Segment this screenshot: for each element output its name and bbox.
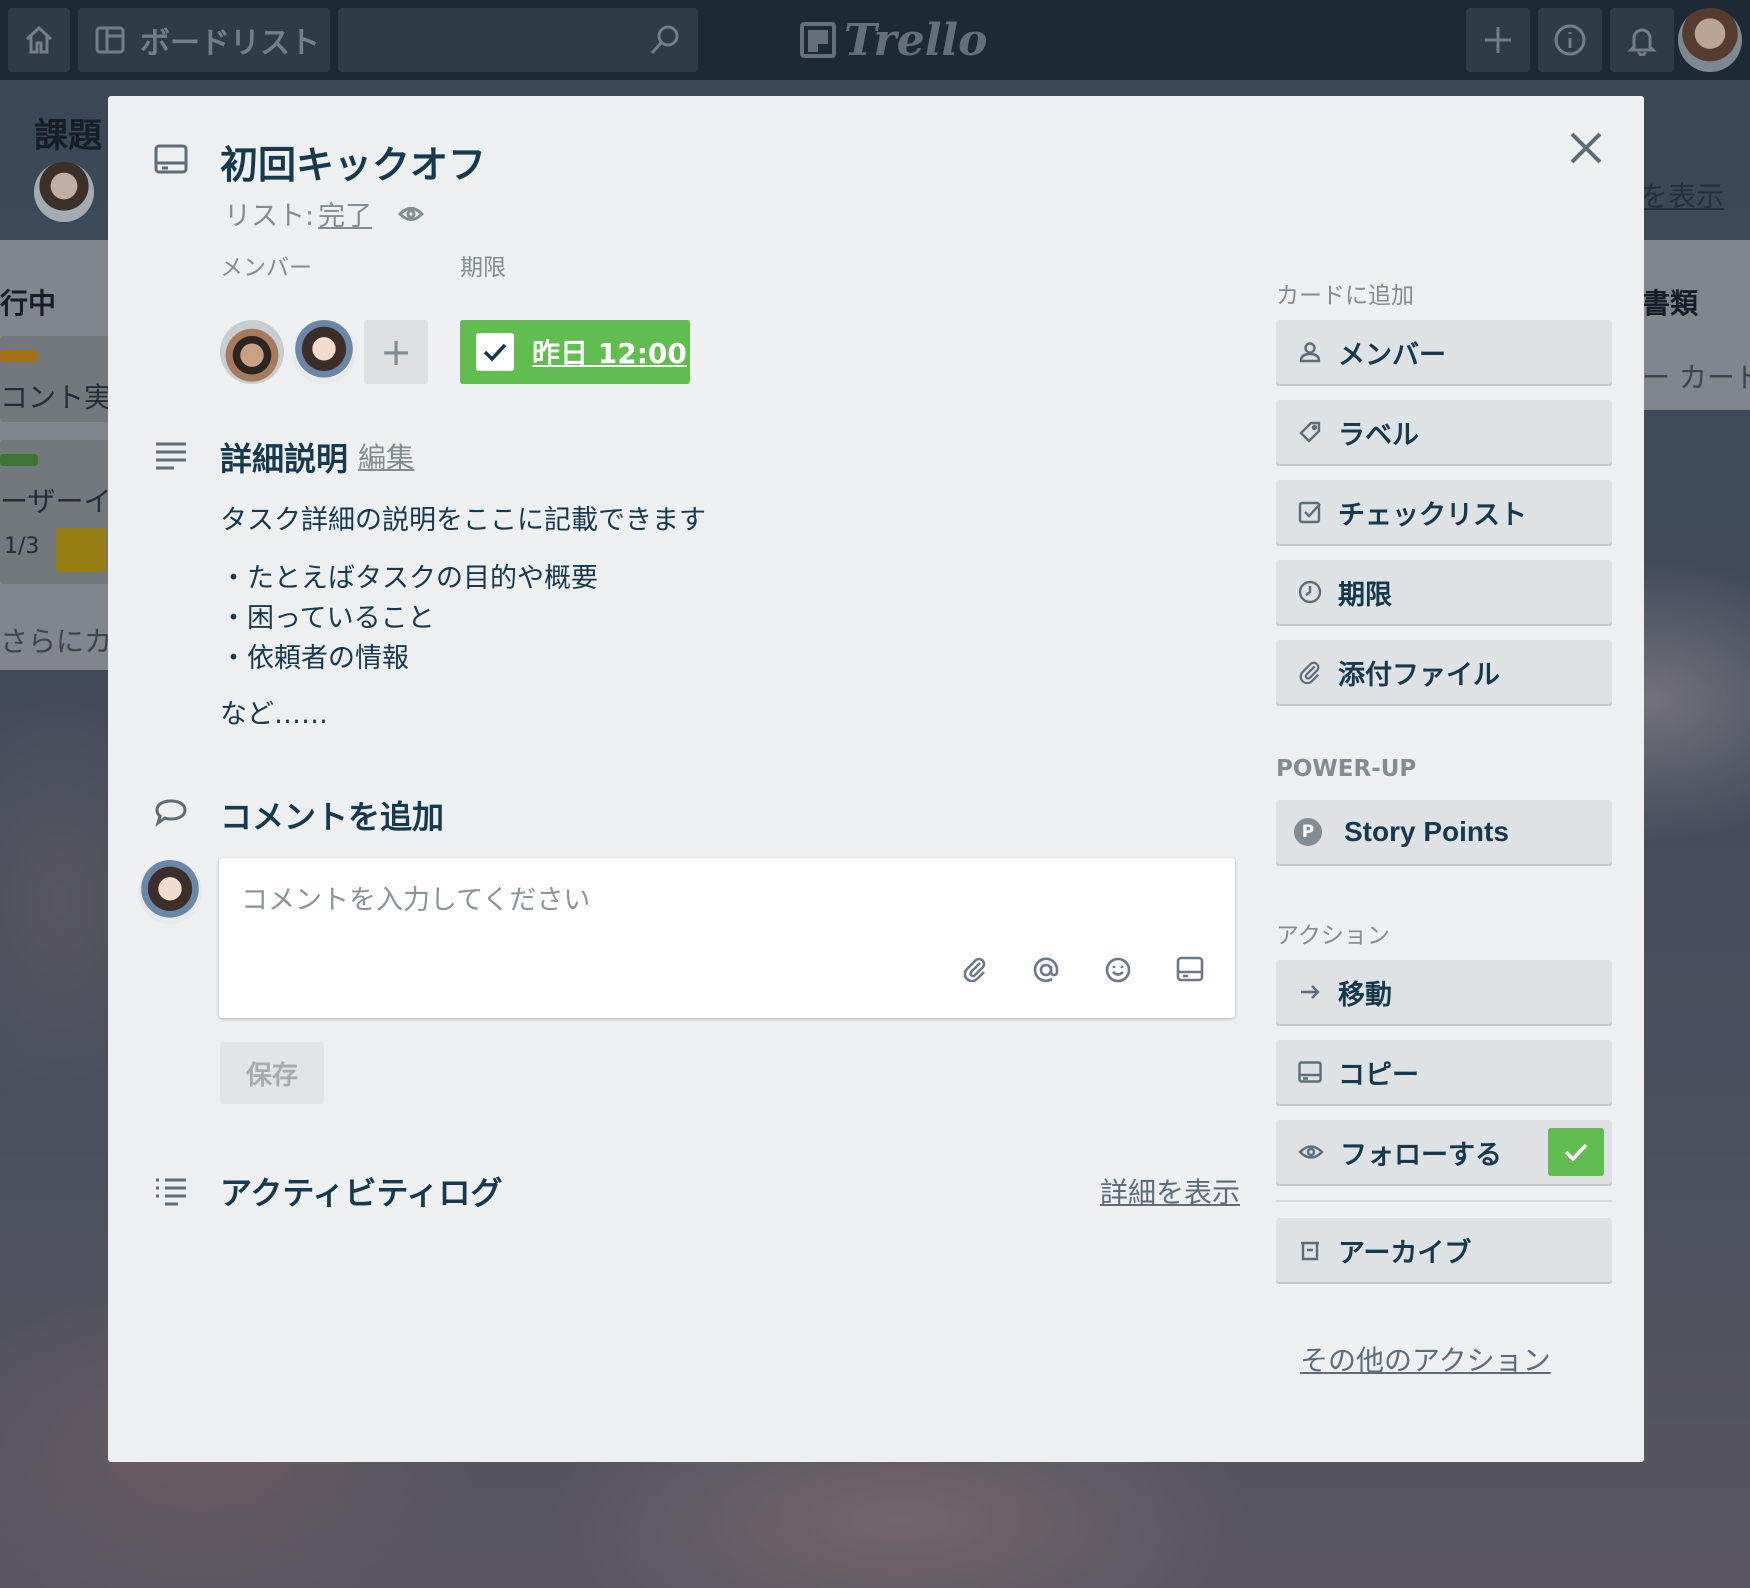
list-prefix: リスト: bbox=[224, 201, 315, 232]
comment-input[interactable] bbox=[219, 858, 1235, 1018]
description-line: ・たとえばタスクの目的や概要 bbox=[220, 563, 598, 594]
list-name-link[interactable]: 完了 bbox=[318, 194, 372, 233]
add-attachment-button[interactable]: 添付ファイル bbox=[1276, 640, 1612, 704]
paperclip-icon bbox=[1299, 661, 1320, 684]
save-button[interactable]: 保存 bbox=[220, 1042, 324, 1104]
person-icon bbox=[1299, 342, 1321, 363]
sidebar-button-label: 添付ファイル bbox=[1338, 659, 1500, 691]
card-link-button[interactable] bbox=[1176, 956, 1204, 982]
due-complete-checkbox[interactable] bbox=[476, 333, 514, 371]
description-line: タスク詳細の説明をここに記載できます bbox=[220, 505, 706, 536]
due-date-button[interactable]: 昨日 12:00 bbox=[460, 320, 690, 384]
more-actions-link[interactable]: その他のアクション bbox=[1300, 1339, 1551, 1379]
plus-icon: + bbox=[380, 330, 412, 374]
card-icon bbox=[1176, 956, 1204, 982]
member-avatar[interactable] bbox=[292, 320, 356, 384]
member-avatar[interactable] bbox=[220, 320, 284, 384]
description-line: ・依頼者の情報 bbox=[220, 643, 409, 674]
checklist-icon bbox=[1298, 501, 1321, 524]
clock-icon bbox=[1298, 580, 1322, 604]
check-icon bbox=[483, 343, 507, 362]
arrow-right-icon bbox=[1301, 985, 1320, 999]
sidebar-button-label: ラベル bbox=[1338, 419, 1419, 451]
actions-label: アクション bbox=[1276, 923, 1390, 949]
eye-icon bbox=[1298, 1145, 1324, 1159]
description-icon bbox=[154, 440, 188, 476]
sidebar-button-label: コピー bbox=[1338, 1059, 1419, 1091]
description-line: など…… bbox=[220, 699, 328, 730]
card-detail-dialog: 初回キックオフ リスト: 完了 メンバー 期限 + 昨日 12:00 詳細説明 … bbox=[108, 96, 1644, 1462]
description-line: ・困っていること bbox=[220, 603, 435, 634]
copy-button[interactable]: コピー bbox=[1276, 1040, 1612, 1104]
comment-icon bbox=[154, 798, 188, 832]
sidebar-button-label: アーカイブ bbox=[1338, 1237, 1472, 1269]
smile-icon bbox=[1105, 957, 1131, 983]
sidebar-button-label: メンバー bbox=[1338, 339, 1446, 371]
story-points-icon: P bbox=[1294, 818, 1322, 846]
archive-icon bbox=[1301, 1241, 1319, 1261]
close-icon bbox=[1570, 132, 1602, 164]
comment-title: コメントを追加 bbox=[220, 798, 445, 836]
card-list-info: リスト: 完了 bbox=[224, 194, 425, 233]
follow-button[interactable]: フォローする bbox=[1276, 1120, 1612, 1184]
sidebar-button-label: 移動 bbox=[1338, 979, 1392, 1011]
add-member-sidebar-button[interactable]: メンバー bbox=[1276, 320, 1612, 384]
emoji-button[interactable] bbox=[1104, 956, 1132, 984]
card-icon bbox=[154, 144, 188, 178]
tag-icon bbox=[1299, 421, 1321, 443]
sidebar-button-label: Story Points bbox=[1344, 816, 1509, 847]
activity-title: アクティビティログ bbox=[220, 1174, 503, 1212]
watch-icon bbox=[398, 205, 425, 223]
description-title: 詳細説明 bbox=[220, 440, 349, 478]
members-label: メンバー bbox=[220, 255, 312, 281]
activity-icon bbox=[154, 1176, 188, 1210]
activity-detail-link[interactable]: 詳細を表示 bbox=[1100, 1171, 1240, 1211]
sidebar-button-label: 期限 bbox=[1338, 579, 1392, 611]
following-indicator bbox=[1548, 1128, 1604, 1176]
archive-button[interactable]: アーカイブ bbox=[1276, 1218, 1612, 1282]
commenter-avatar bbox=[138, 860, 202, 924]
move-button[interactable]: 移動 bbox=[1276, 960, 1612, 1024]
add-label-button[interactable]: ラベル bbox=[1276, 400, 1612, 464]
add-due-date-button[interactable]: 期限 bbox=[1276, 560, 1612, 624]
story-points-button[interactable]: P Story Points bbox=[1276, 800, 1612, 864]
add-checklist-button[interactable]: チェックリスト bbox=[1276, 480, 1612, 544]
due-date-value: 昨日 12:00 bbox=[532, 337, 687, 370]
mention-button[interactable] bbox=[1032, 956, 1060, 984]
check-icon bbox=[1564, 1143, 1588, 1162]
sidebar-button-label: フォローする bbox=[1340, 1139, 1502, 1171]
add-member-button[interactable]: + bbox=[364, 320, 428, 384]
due-label: 期限 bbox=[460, 255, 506, 281]
attach-button[interactable] bbox=[962, 956, 988, 982]
sidebar-button-label: チェックリスト bbox=[1338, 499, 1527, 531]
paperclip-icon bbox=[963, 957, 986, 982]
close-button[interactable] bbox=[1564, 126, 1608, 170]
powerup-label: POWER-UP bbox=[1276, 756, 1417, 782]
card-icon bbox=[1298, 1061, 1322, 1083]
description-edit-link[interactable]: 編集 bbox=[358, 436, 414, 476]
at-icon bbox=[1033, 957, 1059, 983]
card-title[interactable]: 初回キックオフ bbox=[220, 134, 486, 189]
sidebar-divider bbox=[1276, 1200, 1612, 1202]
add-to-card-label: カードに追加 bbox=[1276, 283, 1414, 309]
